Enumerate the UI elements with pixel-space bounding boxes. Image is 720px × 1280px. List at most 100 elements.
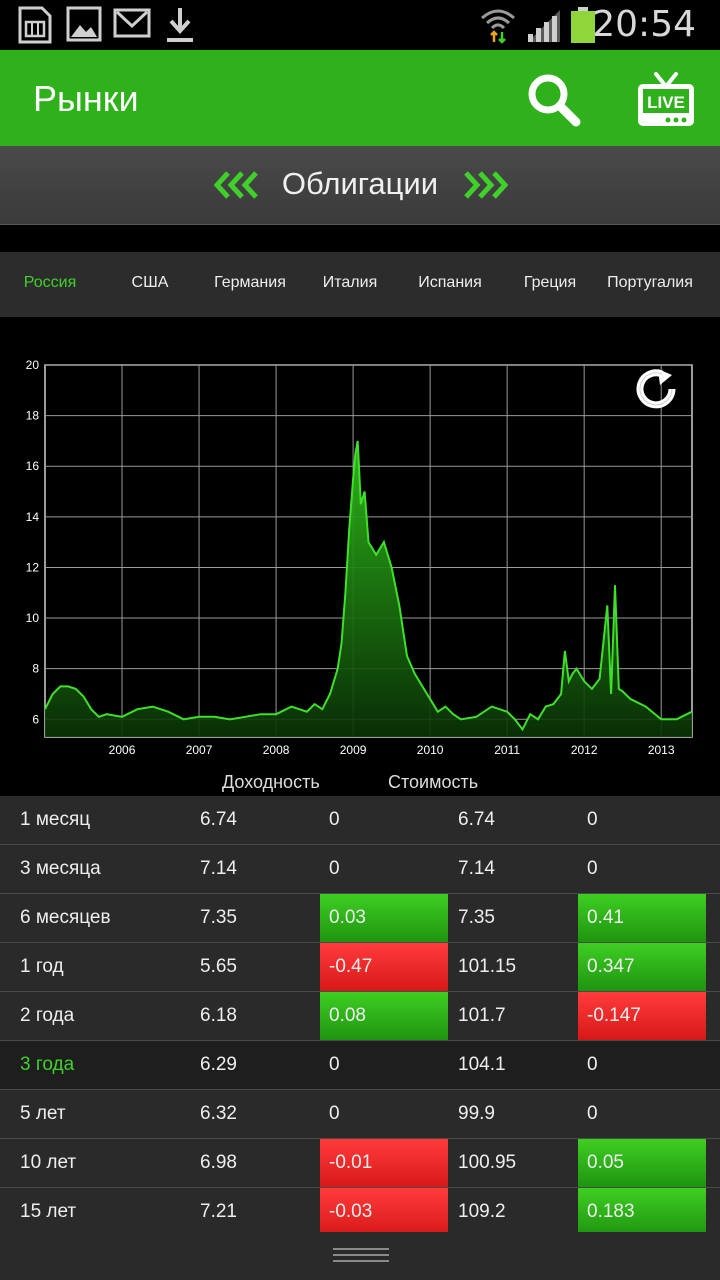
price-value: 101.15: [458, 956, 517, 977]
x-tick-label: 2008: [263, 743, 290, 757]
yield-change: -0.03: [320, 1188, 448, 1236]
row-label: 1 год: [20, 956, 64, 977]
price-value: 99.9: [458, 1103, 495, 1124]
price-change: 0.183: [578, 1188, 706, 1236]
wifi-icon: [481, 9, 515, 44]
row-label: 5 лет: [20, 1103, 66, 1124]
yield-change: 0: [329, 1054, 340, 1075]
tab-usa[interactable]: США: [100, 274, 200, 292]
row-label: 10 лет: [20, 1152, 77, 1173]
refresh-icon[interactable]: [636, 369, 676, 409]
yield-value: 6.29: [200, 1054, 237, 1075]
x-tick-label: 2011: [494, 743, 520, 757]
x-tick-label: 2007: [186, 743, 213, 757]
signal-icon: [528, 10, 560, 42]
table-row[interactable]: 5 лет 6.32 0 99.9 0: [0, 1090, 720, 1139]
image-icon: [66, 6, 102, 42]
price-value: 7.14: [458, 858, 495, 879]
price-change: 0: [587, 858, 598, 879]
table-row[interactable]: 1 месяц 6.74 0 6.74 0: [0, 796, 720, 845]
yield-change: 0: [329, 1103, 340, 1124]
section-title: Облигации: [281, 166, 439, 201]
table-row[interactable]: 10 лет 6.98 -0.01 100.95 0.05: [0, 1139, 720, 1188]
download-icon: [167, 8, 193, 42]
next-section-icon[interactable]: [460, 170, 508, 200]
x-tick-label: 2009: [340, 743, 367, 757]
table-column-headers: Доходность Стоимость: [0, 770, 720, 796]
yield-value: 6.32: [200, 1103, 237, 1124]
price-value: 6.74: [458, 809, 495, 830]
yield-change: -0.47: [320, 943, 448, 991]
y-tick-label: 14: [26, 510, 40, 524]
price-change: 0.347: [578, 943, 706, 991]
yield-change: 0: [329, 809, 340, 830]
y-tick-label: 16: [26, 459, 40, 473]
tab-russia[interactable]: Россия: [0, 274, 100, 292]
price-change: -0.147: [578, 992, 706, 1040]
y-tick-label: 8: [32, 662, 39, 676]
status-time: 20:54: [592, 4, 696, 45]
yield-change: 0.03: [320, 894, 448, 942]
price-value: 101.7: [458, 1005, 506, 1026]
header-price: Стоимость: [388, 772, 479, 792]
tab-greece[interactable]: Греция: [500, 274, 600, 292]
yield-value: 7.35: [200, 907, 237, 928]
yield-value: 6.18: [200, 1005, 237, 1026]
yield-change: 0: [329, 858, 340, 879]
table-row[interactable]: 6 месяцев 7.35 0.03 7.35 0.41: [0, 894, 720, 943]
price-change: 0: [587, 1054, 598, 1075]
bond-yield-chart: 6 8 10 12 14 16 18 20 2006 2007 2008 2009 2010 2011 20…: [0, 317, 720, 767]
chart-svg: 6 8 10 12 14 16 18 20 2006 2007 2008 2009 2010 2011 20…: [26, 358, 693, 757]
price-value: 104.1: [458, 1054, 506, 1075]
price-change: 0: [587, 1103, 598, 1124]
table-row[interactable]: 3 года 6.29 0 104.1 0: [0, 1041, 720, 1090]
table-row[interactable]: 2 года 6.18 0.08 101.7 -0.147: [0, 992, 720, 1041]
price-value: 109.2: [458, 1201, 506, 1222]
yield-value: 5.65: [200, 956, 237, 977]
yield-value: 7.14: [200, 858, 237, 879]
app-bar: Рынки LIVE: [0, 50, 720, 146]
y-tick-label: 6: [32, 712, 39, 726]
app-title: Рынки: [33, 78, 139, 119]
y-tick-label: 20: [26, 358, 40, 372]
status-bar: 20:54: [0, 0, 720, 50]
x-tick-label: 2013: [648, 743, 675, 757]
price-change: 0.41: [578, 894, 706, 942]
price-change: 0.05: [578, 1139, 706, 1187]
row-label: 2 года: [20, 1005, 75, 1026]
header-yield: Доходность: [222, 772, 320, 792]
yield-change: 0.08: [320, 992, 448, 1040]
y-tick-label: 18: [26, 409, 40, 423]
svg-text:LIVE: LIVE: [647, 93, 685, 112]
yield-area-fill: [45, 440, 692, 737]
row-label: 3 месяца: [20, 858, 101, 879]
bottom-bar: [0, 1232, 720, 1280]
table-row[interactable]: 1 год 5.65 -0.47 101.15 0.347: [0, 943, 720, 992]
drawer-handle-icon[interactable]: [333, 1245, 389, 1265]
yield-change: -0.01: [320, 1139, 448, 1187]
country-tabs: Россия США Германия Италия Испания Греци…: [0, 252, 720, 317]
yield-value: 6.98: [200, 1152, 237, 1173]
row-label: 15 лет: [20, 1201, 77, 1222]
price-value: 100.95: [458, 1152, 517, 1173]
row-label: 6 месяцев: [20, 907, 111, 928]
table-row[interactable]: 3 месяца 7.14 0 7.14 0: [0, 845, 720, 894]
tab-germany[interactable]: Германия: [200, 274, 300, 292]
x-tick-label: 2012: [571, 743, 598, 757]
yield-value: 6.74: [200, 809, 237, 830]
search-icon[interactable]: [522, 68, 586, 132]
section-switcher: Облигации: [0, 146, 720, 225]
x-tick-label: 2006: [109, 743, 136, 757]
x-tick-label: 2010: [417, 743, 444, 757]
table-row[interactable]: 15 лет 7.21 -0.03 109.2 0.183: [0, 1188, 720, 1237]
price-value: 7.35: [458, 907, 495, 928]
row-label: 1 месяц: [20, 809, 91, 830]
tab-italy[interactable]: Италия: [300, 274, 400, 292]
mail-icon: [113, 8, 151, 38]
price-change: 0: [587, 809, 598, 830]
row-label: 3 года: [20, 1054, 75, 1075]
live-tv-icon[interactable]: LIVE: [634, 68, 698, 132]
tab-spain[interactable]: Испания: [400, 274, 500, 292]
tab-portugal[interactable]: Португалия: [600, 274, 700, 292]
sim-card-icon: [18, 6, 52, 44]
